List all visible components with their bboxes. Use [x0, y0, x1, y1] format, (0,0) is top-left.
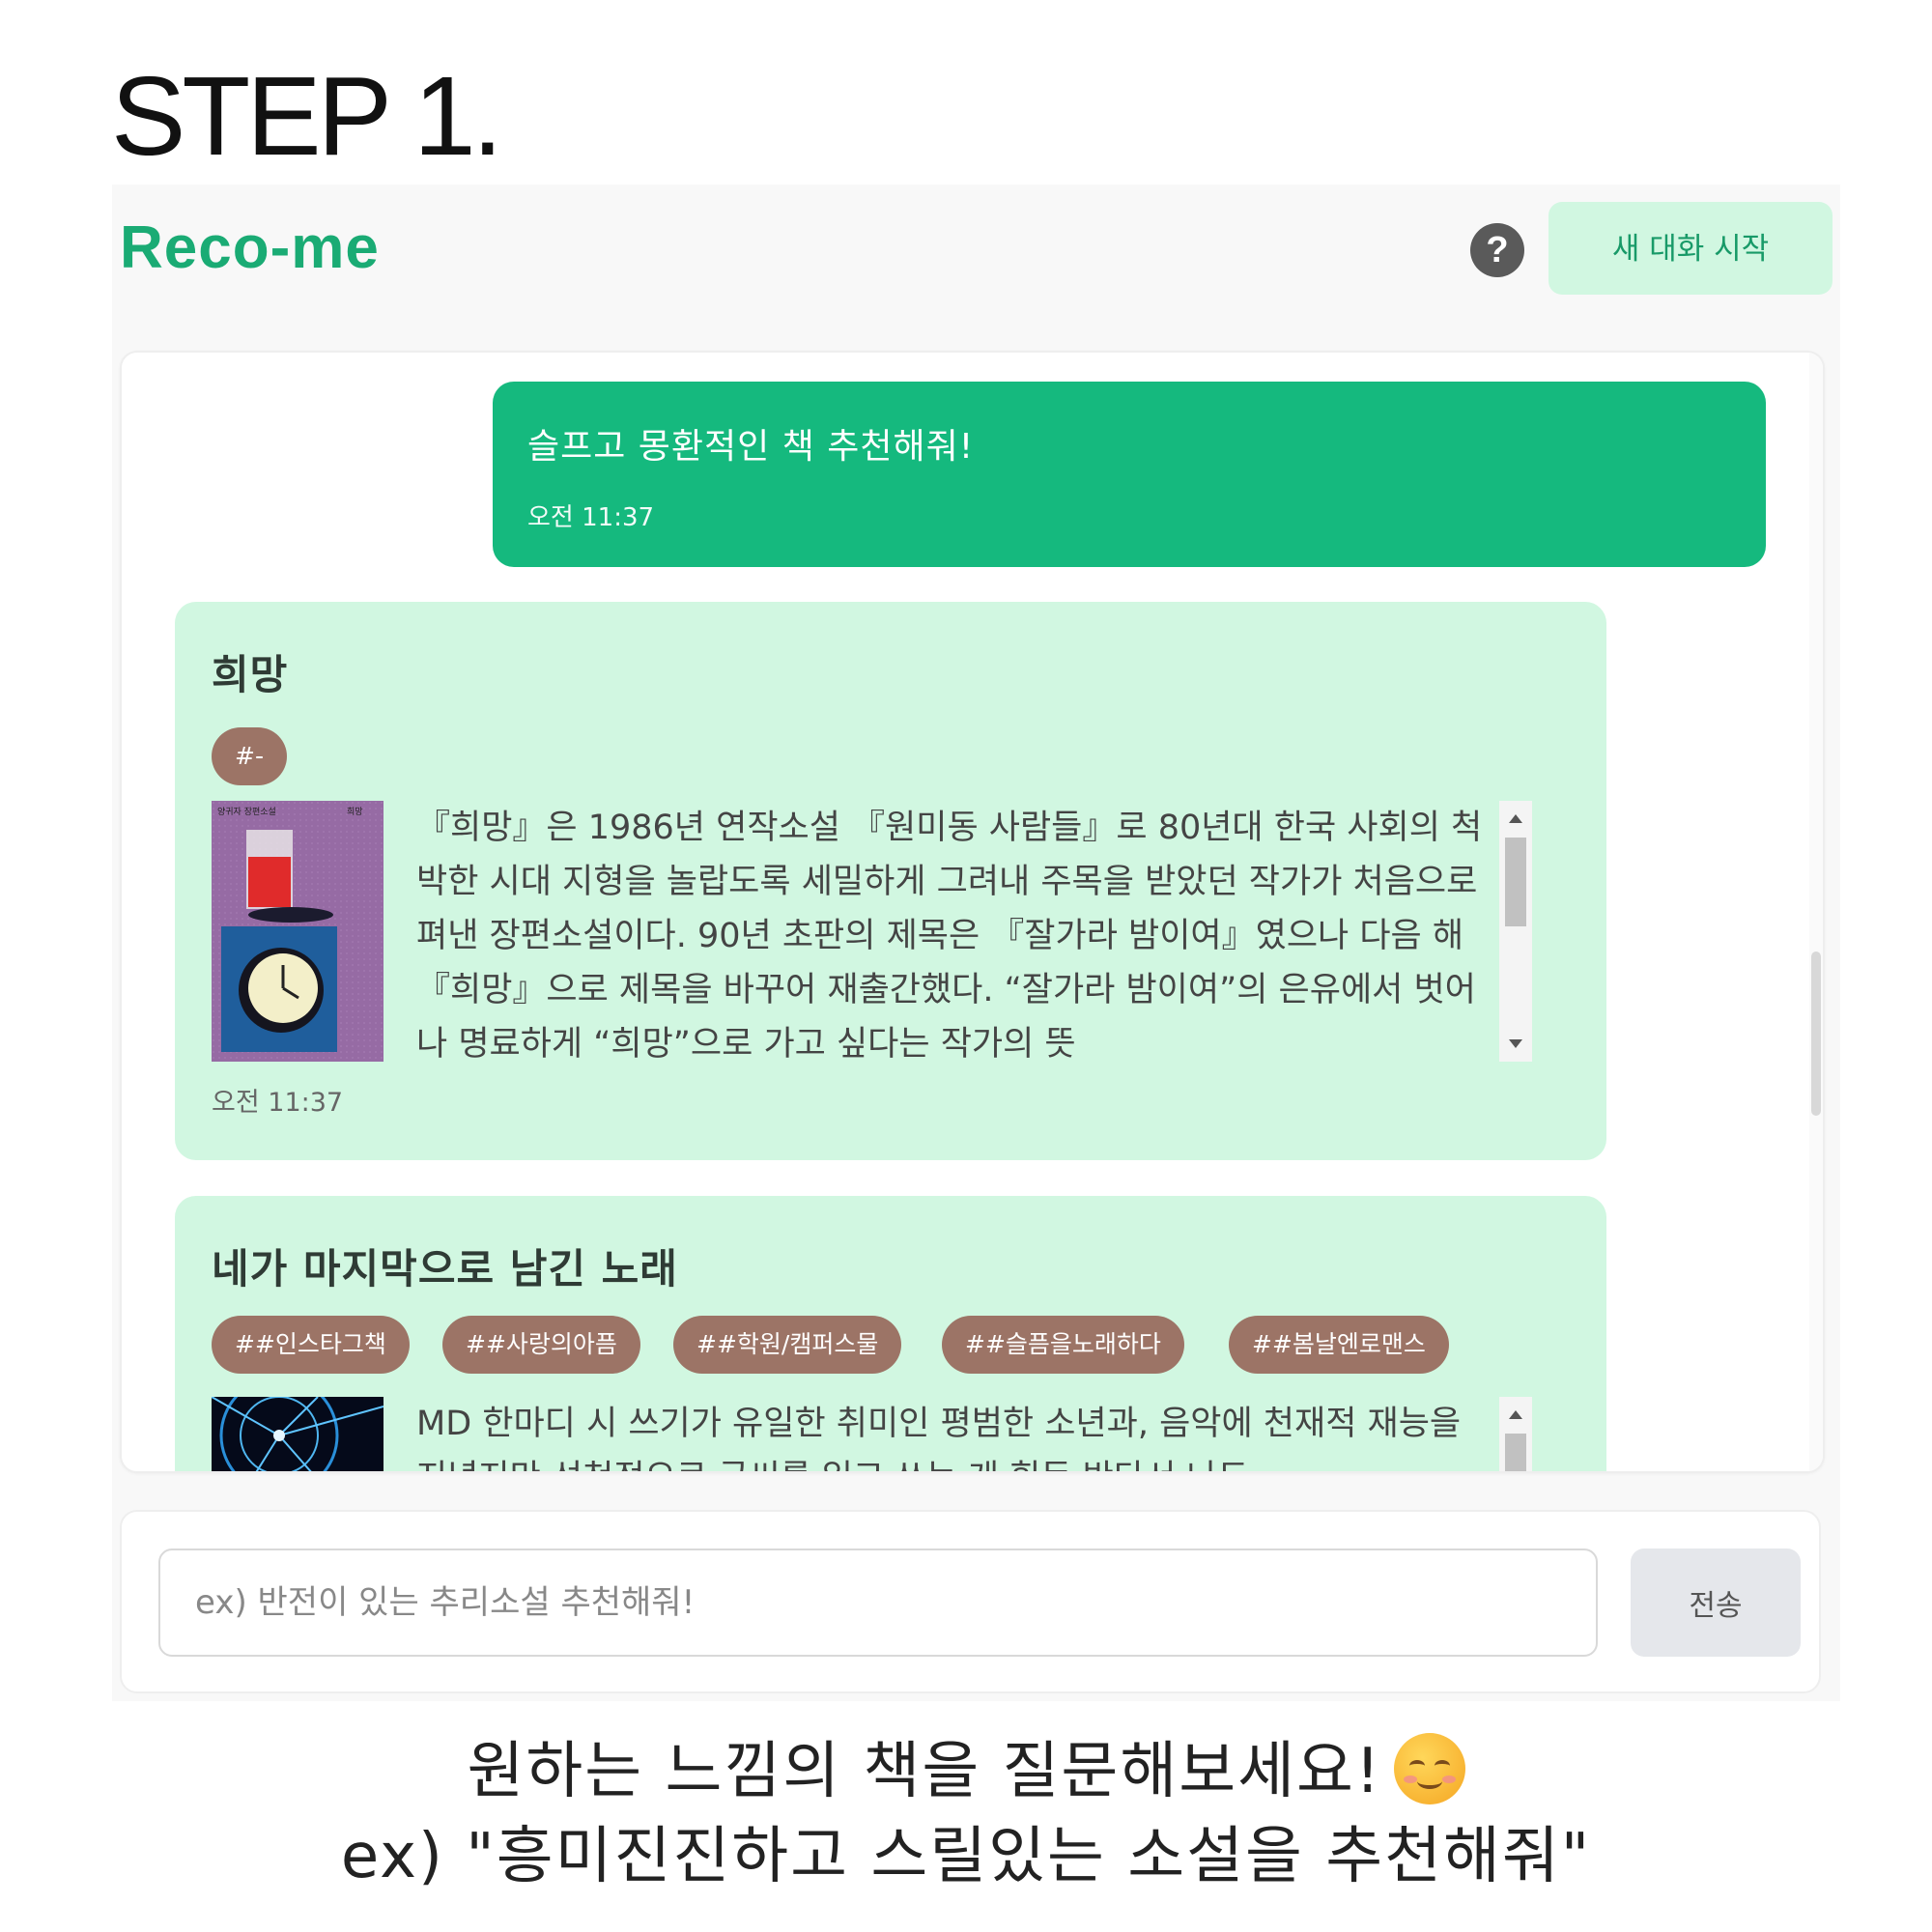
book-card-time: 오전 11:37: [212, 1088, 344, 1118]
chat-scrollbar-thumb[interactable]: [1811, 952, 1821, 1116]
book-title: 네가 마지막으로 남긴 노래: [212, 1245, 678, 1293]
new-chat-button[interactable]: 새 대화 시작: [1548, 202, 1833, 295]
scroll-up-arrow-icon[interactable]: [1509, 814, 1522, 823]
caption-line-1-text: 원하는 느낌의 책을 질문해보세요!: [467, 1736, 1382, 1807]
book-tag[interactable]: ##사랑의아픔: [442, 1316, 640, 1374]
description-scrollbar[interactable]: [1499, 1397, 1532, 1471]
book-description: 『희망』은 1986년 연작소설 『원미동 사람들』로 80년대 한국 사회의 …: [416, 809, 1483, 1062]
caption-line-2: ex) "흥미진진하고 스릴있는 소설을 추천해줘": [340, 1821, 1592, 1892]
description-scrollbar-thumb[interactable]: [1505, 838, 1526, 926]
app-window: Reco-me ? 새 대화 시작 슬프고 몽환적인 책 추천해줘! 오전 11…: [112, 185, 1840, 1701]
cover-author-text: 양귀자 장편소설: [217, 806, 276, 817]
description-scrollbar[interactable]: [1499, 801, 1532, 1062]
chat-input[interactable]: [158, 1548, 1598, 1657]
brand-logo[interactable]: Reco-me: [120, 213, 380, 282]
book-cover-image[interactable]: 양귀자 장편소설 희망: [212, 801, 384, 1062]
book-tag[interactable]: #-: [212, 727, 287, 785]
book-card: 희망 #- 양귀자 장편소설 희망 『희망』은 1986년 연작소설 『원미동 …: [175, 602, 1606, 1160]
book-tag[interactable]: ##봄날엔로맨스: [1229, 1316, 1449, 1374]
send-button[interactable]: 전송: [1631, 1548, 1801, 1657]
book-tag[interactable]: ##슬픔을노래하다: [942, 1316, 1184, 1374]
book-description-box[interactable]: 『희망』은 1986년 연작소설 『원미동 사람들』로 80년대 한국 사회의 …: [416, 801, 1532, 1062]
user-message-text: 슬프고 몽환적인 책 추천해줘!: [527, 427, 975, 467]
book-cover-image[interactable]: [212, 1397, 384, 1471]
step-title: STEP 1.: [111, 53, 503, 179]
book-tag[interactable]: ##학원/캠퍼스물: [673, 1316, 902, 1374]
cover-title-text: 희망: [347, 806, 363, 817]
user-message-bubble: 슬프고 몽환적인 책 추천해줘! 오전 11:37: [493, 382, 1766, 567]
book-title: 희망: [212, 651, 289, 698]
chat-panel: 슬프고 몽환적인 책 추천해줘! 오전 11:37 희망 #- 양귀자 장편소설…: [120, 351, 1825, 1473]
chat-scrollbar[interactable]: [1809, 353, 1823, 1471]
chat-input-area: 전송: [120, 1510, 1821, 1693]
book-description-box[interactable]: MD 한마디 시 쓰기가 유일한 취미인 평범한 소년과, 음악에 천재적 재능…: [416, 1397, 1532, 1471]
caption-line-1: 원하는 느낌의 책을 질문해보세요!: [0, 1721, 1932, 1810]
user-message-time: 오전 11:37: [527, 503, 655, 532]
book-tag[interactable]: ##인스타그책: [212, 1316, 410, 1374]
smiling-face-emoji-icon: [1393, 1733, 1465, 1805]
description-scrollbar-thumb[interactable]: [1505, 1434, 1526, 1471]
book-description: MD 한마디 시 쓰기가 유일한 취미인 평범한 소년과, 음악에 천재적 재능…: [416, 1405, 1462, 1471]
book-card: 네가 마지막으로 남긴 노래 ##인스타그책 ##사랑의아픔 ##학원/캠퍼스물…: [175, 1196, 1606, 1471]
scroll-up-arrow-icon[interactable]: [1509, 1410, 1522, 1419]
scroll-down-arrow-icon[interactable]: [1509, 1039, 1522, 1048]
help-icon[interactable]: ?: [1470, 223, 1524, 277]
